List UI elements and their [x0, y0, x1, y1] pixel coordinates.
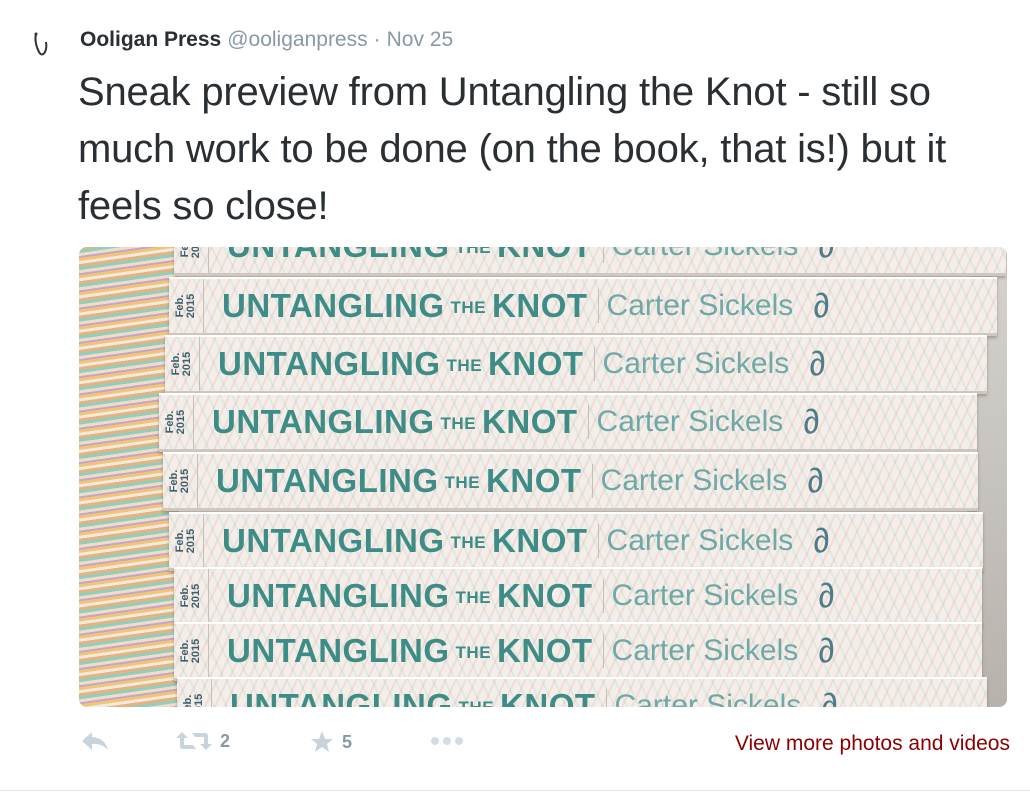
book-spine: Feb. 2015 UNTANGLINGTHEKNOT Carter Sickels… [163, 452, 978, 511]
author-name[interactable]: Ooligan Press [80, 28, 221, 52]
spine-date: Feb. 2015 [174, 624, 209, 678]
spine-author: Carter Sickels [602, 579, 798, 613]
spine-author: Carter Sickels [587, 405, 783, 439]
reply-button[interactable] [80, 730, 110, 752]
spine-title: UNTANGLINGTHEKNOT [218, 345, 584, 382]
publisher-logo-icon: ∂ [818, 685, 841, 707]
divider [0, 790, 1030, 791]
spine-title: UNTANGLINGTHEKNOT [212, 403, 578, 440]
publisher-logo-icon: ∂ [800, 401, 823, 442]
tweet-photo[interactable]: Feb. 2015UNTANGLINGTHEKNOTCarter Sickels… [79, 247, 1007, 707]
retweet-icon [176, 732, 212, 750]
avatar[interactable] [30, 30, 56, 60]
spine-date: Feb. 2015 [174, 569, 209, 623]
publisher-logo-icon: ∂ [804, 460, 827, 501]
spine-title: UNTANGLINGTHEKNOT [222, 522, 588, 559]
book-spine: Feb. 2015 UNTANGLINGTHEKNOT Carter Sickels… [159, 393, 977, 452]
publisher-logo-icon: ∂ [815, 575, 838, 616]
book-spine: Feb. 2015 UNTANGLINGTHEKNOT Carter Sickels… [169, 512, 983, 571]
spine-author: Carter Sickels [605, 689, 801, 707]
header-separator: · [373, 28, 381, 51]
book-spine: Feb. 2015 UNTANGLINGTHEKNOT Carter Sickels… [169, 277, 997, 336]
book-spine: Feb. 2015 UNTANGLINGTHEKNOT Carter Sickels… [174, 247, 1006, 276]
spine-author: Carter Sickels [597, 289, 793, 323]
spine-title: UNTANGLINGTHEKNOT [216, 462, 582, 499]
publisher-logo-icon: ∂ [816, 247, 838, 266]
tweet-actions: 2 5 View more photos and videos [80, 730, 1010, 764]
retweet-button[interactable]: 2 [176, 730, 230, 752]
spine-author: Carter Sickels [597, 524, 793, 558]
spine-title: UNTANGLINGTHEKNOT [230, 687, 596, 707]
book-spine: Feb. 2015 UNTANGLINGTHEKNOT Carter Sickels… [177, 677, 987, 707]
book-spine: Feb. 2015 UNTANGLINGTHEKNOT Carter Sickels… [174, 567, 982, 626]
spine-title: UNTANGLINGTHEKNOT [227, 577, 593, 614]
spine-date: Feb. 2015 [165, 337, 200, 391]
publisher-logo-icon: ∂ [810, 520, 833, 561]
retweet-count: 2 [220, 730, 231, 751]
tweet-text: Sneak preview from Untangling the Knot -… [78, 70, 947, 228]
star-icon [311, 731, 333, 752]
favorite-count: 5 [342, 731, 353, 752]
hook-icon [34, 32, 48, 56]
spine-author: Carter Sickels [591, 464, 787, 498]
spine-title: UNTANGLINGTHEKNOT [227, 632, 593, 669]
spine-title: UNTANGLINGTHEKNOT [222, 287, 588, 324]
spine-date: Feb. 2015 [174, 247, 209, 273]
publisher-logo-icon: ∂ [806, 343, 829, 384]
publisher-logo-icon: ∂ [810, 285, 833, 326]
more-dots-icon [431, 737, 463, 745]
spine-date: Feb. 2015 [177, 679, 212, 707]
spine-title: UNTANGLINGTHEKNOT [227, 247, 592, 264]
book-spine: Feb. 2015 UNTANGLINGTHEKNOT Carter Sickels… [174, 622, 982, 681]
spine-date: Feb. 2015 [163, 454, 198, 508]
spine-author: Carter Sickels [602, 247, 798, 263]
spine-date: Feb. 2015 [159, 395, 194, 449]
reply-icon [82, 732, 108, 750]
tweet-date[interactable]: Nov 25 [387, 28, 454, 52]
book-spine: Feb. 2015 UNTANGLINGTHEKNOT Carter Sickels… [165, 335, 987, 394]
publisher-logo-icon: ∂ [815, 630, 838, 671]
spine-date: Feb. 2015 [169, 279, 204, 333]
spine-author: Carter Sickels [602, 634, 798, 668]
spine-date: Feb. 2015 [169, 514, 204, 568]
view-more-photos-link[interactable]: View more photos and videos [735, 732, 1010, 756]
more-button[interactable] [430, 736, 464, 746]
tweet-header: Ooligan Press @ooliganpress · Nov 25 [80, 28, 453, 54]
author-handle[interactable]: @ooliganpress [227, 28, 367, 52]
favorite-button[interactable]: 5 [310, 730, 352, 754]
spine-author: Carter Sickels [593, 347, 789, 381]
